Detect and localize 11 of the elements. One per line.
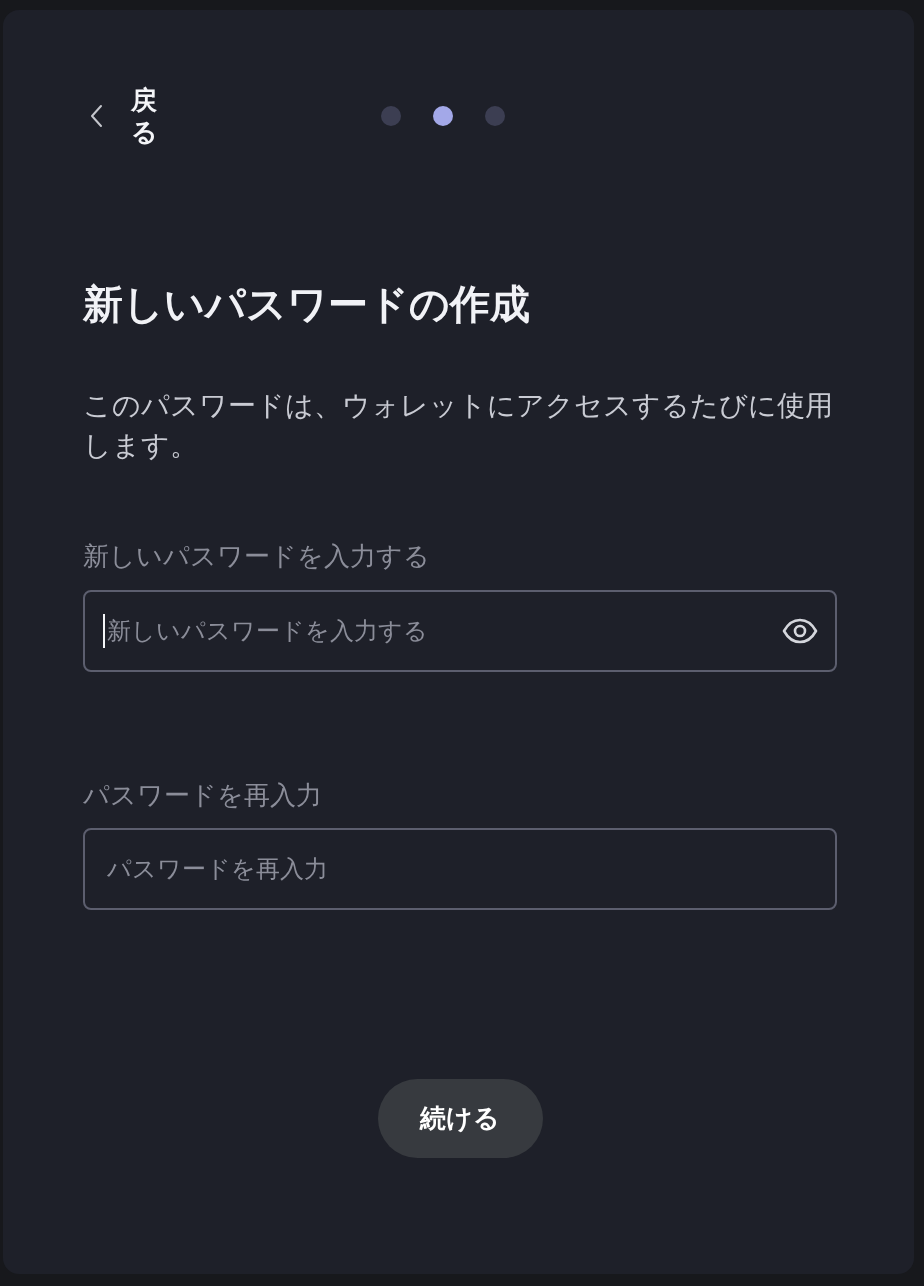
continue-button[interactable]: 続ける (377, 1079, 543, 1158)
field-label: 新しいパスワードを入力する (83, 540, 430, 573)
page-title: 新しいパスワードの作成 (83, 281, 530, 328)
description-text: このパスワードは、ウォレットにアクセスするたびに使用します。 (83, 389, 834, 463)
chevron-left-icon (89, 104, 103, 128)
show-password-button[interactable] (782, 618, 818, 644)
back-button[interactable]: 戻る (83, 84, 157, 148)
password-field[interactable]: 新しいパスワードを入力する (83, 590, 837, 672)
password-field[interactable]: パスワードを再入力 (83, 828, 837, 910)
field-label: パスワードを再入力 (83, 779, 322, 812)
eye-icon (782, 618, 818, 644)
